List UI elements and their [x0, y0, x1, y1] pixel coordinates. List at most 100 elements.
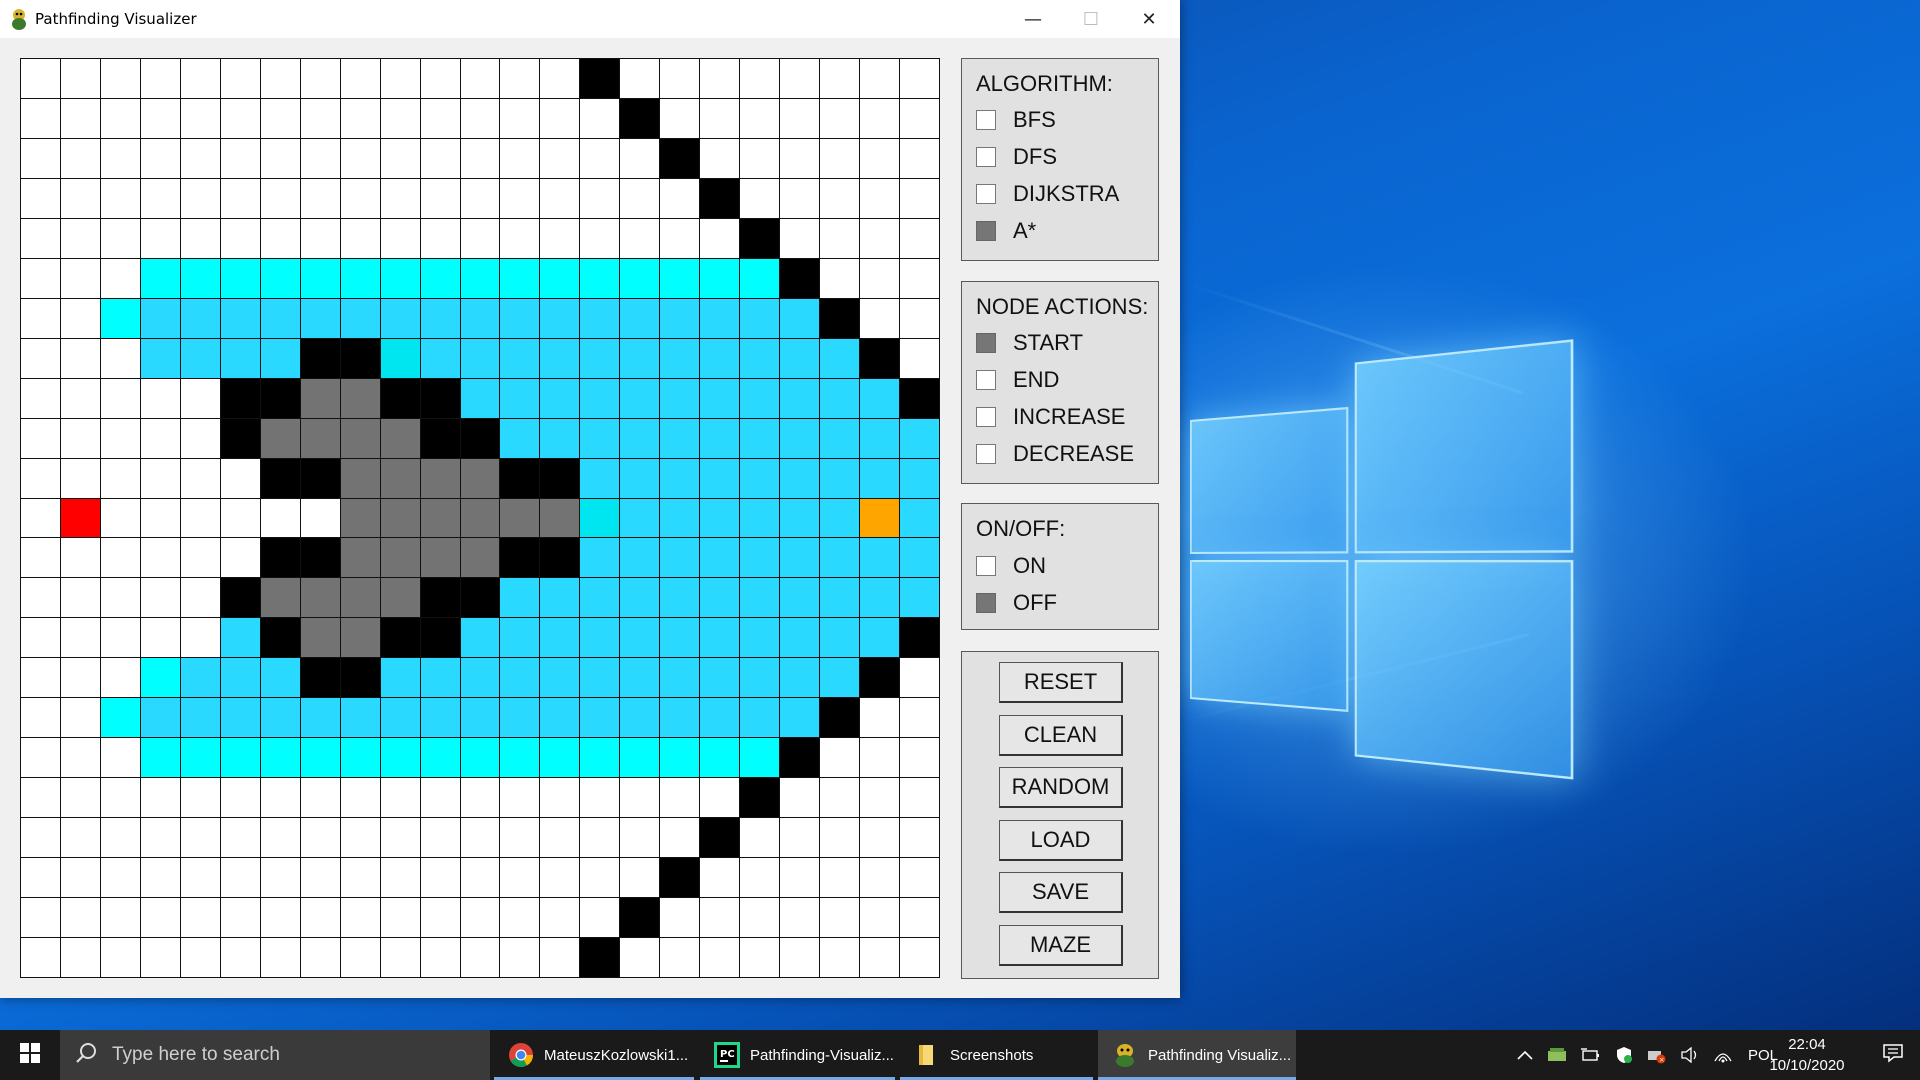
grid-cell[interactable]	[500, 658, 540, 698]
grid-cell[interactable]	[620, 578, 660, 618]
grid-cell[interactable]	[460, 98, 500, 138]
grid-cell[interactable]	[220, 538, 260, 578]
grid-cell[interactable]	[100, 778, 140, 818]
grid-cell[interactable]	[500, 938, 540, 977]
grid-cell[interactable]	[820, 538, 860, 578]
grid-cell[interactable]	[380, 298, 420, 338]
grid-cell[interactable]	[21, 938, 60, 977]
grid-cell[interactable]	[220, 738, 260, 778]
grid-cell[interactable]	[620, 98, 660, 138]
grid-cell[interactable]	[580, 98, 620, 138]
grid-cell[interactable]	[500, 778, 540, 818]
grid-cell[interactable]	[660, 378, 700, 418]
grid-cell[interactable]	[380, 738, 420, 778]
grid-cell[interactable]	[260, 298, 300, 338]
grid-cell[interactable]	[460, 378, 500, 418]
grid-cell[interactable]	[180, 898, 220, 938]
grid-cell[interactable]	[180, 338, 220, 378]
grid-cell[interactable]	[700, 578, 740, 618]
grid-cell[interactable]	[900, 218, 939, 258]
grid-cell[interactable]	[420, 138, 460, 178]
grid-cell[interactable]	[180, 298, 220, 338]
grid-cell[interactable]	[180, 418, 220, 458]
grid-cell[interactable]	[21, 378, 60, 418]
grid-cell[interactable]	[140, 578, 180, 618]
grid-cell[interactable]	[580, 378, 620, 418]
grid-cell[interactable]	[540, 738, 580, 778]
grid-cell[interactable]	[900, 378, 939, 418]
grid-cell[interactable]	[300, 138, 340, 178]
grid-cell[interactable]	[100, 298, 140, 338]
grid-cell[interactable]	[500, 298, 540, 338]
grid-cell[interactable]	[660, 898, 700, 938]
grid-cell[interactable]	[380, 658, 420, 698]
grid-cell[interactable]	[580, 498, 620, 538]
grid-cell[interactable]	[740, 818, 780, 858]
grid-cell[interactable]	[900, 258, 939, 298]
grid-cell[interactable]	[500, 378, 540, 418]
grid-cell[interactable]	[860, 378, 900, 418]
grid-cell[interactable]	[820, 258, 860, 298]
grid-cell[interactable]	[780, 818, 820, 858]
grid-cell[interactable]	[380, 578, 420, 618]
grid-cell[interactable]	[620, 218, 660, 258]
grid-cell[interactable]	[380, 418, 420, 458]
grid-cell[interactable]	[780, 138, 820, 178]
grid-cell[interactable]	[620, 898, 660, 938]
grid-cell[interactable]	[140, 418, 180, 458]
grid-cell[interactable]	[860, 658, 900, 698]
grid-cell[interactable]	[60, 898, 100, 938]
grid-cell[interactable]	[100, 338, 140, 378]
grid-cell[interactable]	[300, 898, 340, 938]
load-button[interactable]: LOAD	[999, 820, 1123, 861]
grid-cell[interactable]	[620, 258, 660, 298]
grid-cell[interactable]	[140, 538, 180, 578]
grid-cell[interactable]	[580, 138, 620, 178]
grid-cell[interactable]	[220, 218, 260, 258]
grid-cell[interactable]	[700, 138, 740, 178]
algorithm-option-bfs[interactable]: BFS	[976, 105, 1056, 135]
grid-cell[interactable]	[180, 658, 220, 698]
grid-cell[interactable]	[820, 98, 860, 138]
grid-cell[interactable]	[860, 458, 900, 498]
grid-cell[interactable]	[60, 178, 100, 218]
grid-cell[interactable]	[340, 258, 380, 298]
node-action-start[interactable]: START	[976, 328, 1083, 358]
grid-cell[interactable]	[540, 178, 580, 218]
grid-cell[interactable]	[340, 778, 380, 818]
grid-cell[interactable]	[60, 138, 100, 178]
grid-cell[interactable]	[620, 618, 660, 658]
grid-cell[interactable]	[500, 178, 540, 218]
grid-cell[interactable]	[340, 458, 380, 498]
grid-cell[interactable]	[780, 298, 820, 338]
grid-cell[interactable]	[780, 538, 820, 578]
grid-cell[interactable]	[460, 618, 500, 658]
grid-cell[interactable]	[380, 138, 420, 178]
grid-cell[interactable]	[580, 578, 620, 618]
grid-cell[interactable]	[260, 59, 300, 98]
random-button[interactable]: RANDOM	[999, 767, 1123, 808]
grid-cell[interactable]	[660, 778, 700, 818]
grid-cell[interactable]	[620, 458, 660, 498]
node-action-increase[interactable]: INCREASE	[976, 402, 1125, 432]
volume-icon[interactable]	[1681, 1047, 1699, 1063]
grid-cell[interactable]	[780, 378, 820, 418]
grid-cell[interactable]	[460, 578, 500, 618]
grid-cell[interactable]	[740, 698, 780, 738]
grid-cell[interactable]	[140, 218, 180, 258]
grid-cell[interactable]	[220, 818, 260, 858]
algorithm-option-dijkstra[interactable]: DIJKSTRA	[976, 179, 1119, 209]
grid-cell[interactable]	[140, 378, 180, 418]
grid-cell[interactable]	[300, 378, 340, 418]
grid-cell[interactable]	[780, 218, 820, 258]
grid-cell[interactable]	[460, 738, 500, 778]
grid-cell[interactable]	[180, 178, 220, 218]
grid-cell[interactable]	[220, 938, 260, 977]
grid-cell[interactable]	[660, 698, 700, 738]
grid-cell[interactable]	[780, 338, 820, 378]
grid-cell[interactable]	[460, 898, 500, 938]
grid-cell[interactable]	[900, 738, 939, 778]
grid-cell[interactable]	[580, 778, 620, 818]
grid-cell[interactable]	[60, 658, 100, 698]
grid-cell[interactable]	[340, 59, 380, 98]
